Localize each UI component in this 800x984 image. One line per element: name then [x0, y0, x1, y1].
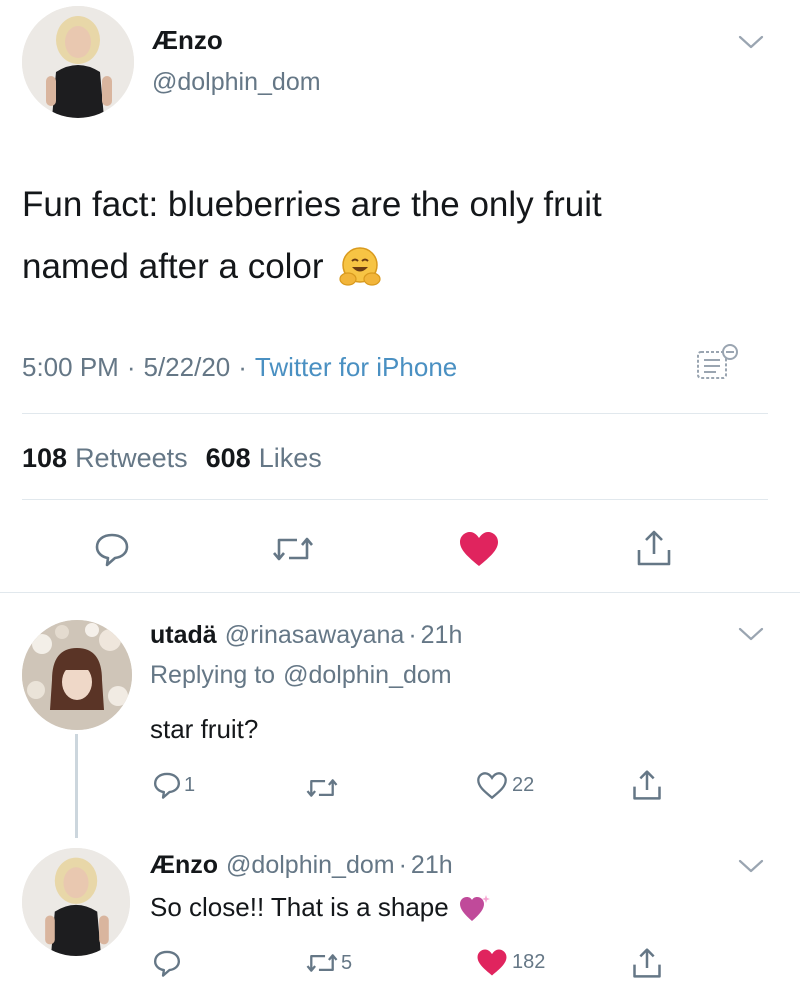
tweet-time[interactable]: 5:00 PM: [22, 352, 119, 383]
reply-icon: [152, 770, 182, 800]
hugging-face-emoji: [338, 245, 382, 289]
reply-display-name[interactable]: utadä: [150, 621, 217, 650]
reply-text-content: So close!! That is a shape: [150, 892, 449, 922]
retweet-icon[interactable]: [271, 532, 315, 566]
like-count: 182: [512, 951, 546, 973]
heart-icon: [476, 948, 508, 977]
retweet-icon: [305, 950, 339, 976]
tweet-text: Fun fact: blueberries are the only fruit…: [22, 174, 602, 298]
tweet-meta: 5:00 PM · 5/22/20 · Twitter for iPhone: [22, 352, 457, 383]
replying-to-handle[interactable]: @dolphin_dom: [283, 661, 452, 690]
share-icon[interactable]: [632, 768, 662, 802]
meta-separator: ·: [126, 352, 136, 382]
divider: [22, 499, 768, 500]
reply-time[interactable]: 21h: [411, 851, 453, 880]
retweet-count: 5: [341, 951, 353, 974]
reply-header: utadä @rinasawayana · 21h: [150, 621, 462, 650]
reply-avatar[interactable]: [22, 620, 132, 730]
divider: [22, 413, 768, 414]
divider: [0, 592, 800, 593]
tweet-text-line-1: Fun fact: blueberries are the only fruit: [22, 185, 602, 224]
reply-action-like[interactable]: 22: [476, 771, 534, 800]
reply-header: Ænzo @dolphin_dom · 21h: [150, 851, 453, 880]
reply-action-reply[interactable]: 1: [152, 770, 195, 800]
tweet-text-line-2: named after a color: [22, 236, 602, 298]
reply-separator: ·: [398, 851, 407, 879]
reply-text: star fruit?: [150, 714, 259, 744]
replying-to: Replying to @dolphin_dom: [150, 661, 452, 690]
tweet-date[interactable]: 5/22/20: [144, 352, 231, 383]
heart-outline-icon: [476, 771, 508, 800]
reply-icon[interactable]: [152, 948, 182, 978]
analytics-icon[interactable]: [696, 342, 742, 384]
share-icon[interactable]: [632, 946, 662, 980]
author-display-name[interactable]: Ænzo: [152, 25, 223, 56]
retweet-icon[interactable]: [305, 775, 339, 801]
reply-text: So close!! That is a shape: [150, 892, 493, 923]
share-icon[interactable]: [636, 528, 672, 568]
like-count: 22: [512, 774, 535, 796]
reply-time[interactable]: 21h: [421, 621, 463, 650]
tweet-source[interactable]: Twitter for iPhone: [255, 352, 457, 383]
likes-count[interactable]: 608: [206, 443, 251, 474]
meta-separator: ·: [238, 352, 247, 382]
reply-handle[interactable]: @rinasawayana: [225, 621, 405, 650]
reply-handle[interactable]: @dolphin_dom: [226, 851, 395, 880]
likes-label[interactable]: Likes: [259, 443, 322, 474]
reply-display-name[interactable]: Ænzo: [150, 851, 218, 880]
reply-avatar[interactable]: [22, 848, 130, 956]
reply-action-like[interactable]: 182: [476, 948, 545, 977]
replying-to-prefix: Replying to: [150, 661, 276, 689]
thread-line: [75, 734, 78, 838]
author-avatar[interactable]: [22, 6, 134, 118]
reply-action-retweet[interactable]: 5: [305, 950, 352, 976]
chevron-down-icon[interactable]: [738, 626, 764, 642]
chevron-down-icon[interactable]: [738, 858, 764, 874]
heart-icon[interactable]: [458, 530, 500, 568]
tweet-text-line-2-text: named after a color: [22, 247, 324, 286]
reply-icon[interactable]: [93, 530, 131, 568]
tweet-stats: 108 Retweets 608 Likes: [22, 443, 322, 474]
retweets-count[interactable]: 108: [22, 443, 67, 474]
retweets-label[interactable]: Retweets: [75, 443, 188, 474]
purple-heart-emoji: [459, 893, 493, 923]
reply-separator: ·: [408, 621, 417, 649]
reply-count: 1: [184, 773, 196, 796]
author-handle[interactable]: @dolphin_dom: [152, 68, 321, 97]
chevron-down-icon[interactable]: [738, 34, 764, 50]
